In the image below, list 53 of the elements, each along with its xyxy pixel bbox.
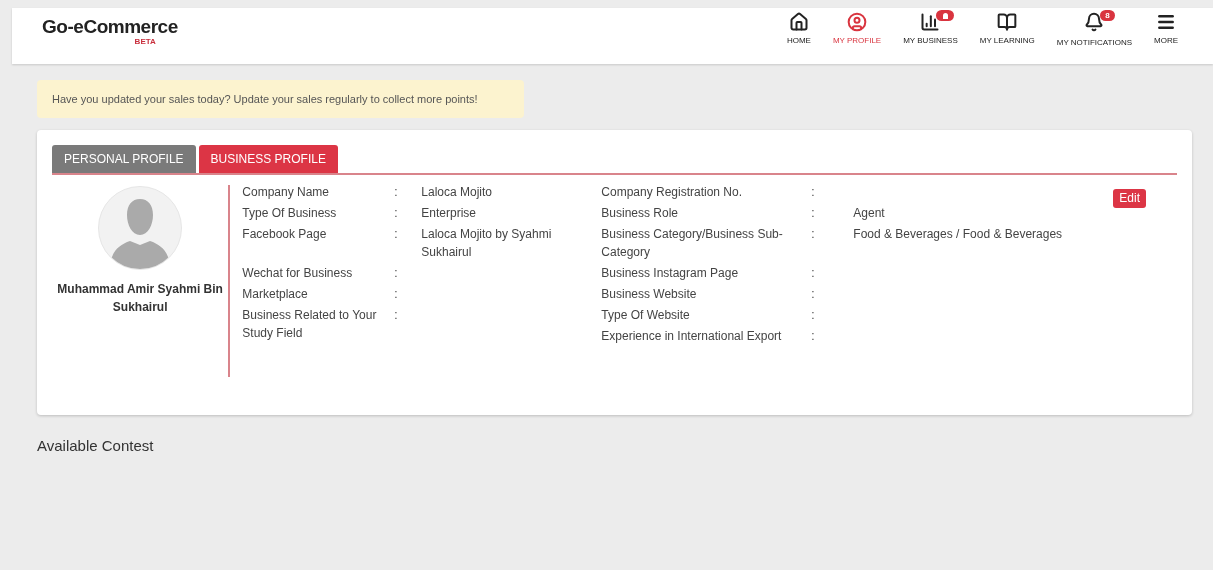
colon-separator: : (811, 184, 816, 201)
colon-separator: : (811, 286, 816, 303)
field-label: Business Role (601, 205, 680, 222)
nav-item[interactable]: MY BUSINESS (901, 12, 960, 46)
field-label: Facebook Page (242, 226, 328, 243)
colon-separator: : (394, 184, 399, 201)
bar-chart-icon (920, 12, 941, 32)
user-name: Muhammad Amir Syahmi Bin Sukhairul (56, 281, 224, 316)
notification-badge: 8 (1100, 10, 1115, 21)
person-silhouette-icon (110, 197, 171, 269)
nav-item[interactable]: MORE (1152, 12, 1180, 46)
field-value: Laloca Mojito (421, 184, 494, 201)
book-icon (997, 12, 1018, 32)
field-label: Business Instagram Page (601, 265, 740, 282)
colon-separator: : (811, 265, 816, 282)
colon-separator: : (394, 307, 399, 324)
field-label: Type Of Website (601, 307, 691, 324)
field-label: Marketplace (242, 286, 309, 303)
field-value: Enterprise (421, 205, 477, 222)
logo[interactable]: Go-eCommerce (42, 17, 178, 37)
nav-item[interactable]: MY NOTIFICATIONS 8 (1054, 12, 1134, 48)
menu-icon (1156, 12, 1176, 32)
colon-separator: : (394, 226, 399, 243)
field-label: Company Registration No. (601, 184, 744, 201)
nav-item[interactable]: MY PROFILE (830, 12, 884, 46)
field-value: Food & Beverages / Food & Beverages (853, 226, 1064, 243)
colon-separator: : (394, 286, 399, 303)
edit-button[interactable]: Edit (1113, 188, 1146, 208)
colon-separator: : (394, 205, 399, 222)
field-label: Wechat for Business (242, 265, 354, 282)
profile-tab[interactable]: PERSONAL PROFILE (52, 145, 196, 173)
nav-item[interactable]: HOME (784, 12, 813, 46)
colon-separator: : (811, 205, 816, 222)
section-title: Available Contest (37, 436, 155, 456)
field-label: Business Website (601, 286, 698, 303)
field-label: Business Related to Your Study Field (242, 307, 378, 342)
field-label: Experience in International Export (601, 328, 783, 345)
nav-item[interactable]: MY LEARNING (977, 12, 1037, 46)
colon-separator: : (394, 265, 399, 282)
colon-separator: : (811, 226, 816, 243)
field-label: Business Category/Business Sub-Category (601, 226, 784, 261)
field-label: Type Of Business (242, 205, 338, 222)
beta-label: BETA (134, 37, 156, 46)
field-value: Laloca Mojito by Syahmi Sukhairul (421, 226, 553, 261)
field-label: Company Name (242, 184, 330, 201)
user-icon (847, 12, 868, 32)
field-value: Agent (853, 205, 886, 222)
home-icon (788, 12, 809, 32)
notice-banner: Have you updated your sales today? Update your sales regularly to collect more points! (37, 80, 524, 118)
colon-separator: : (811, 328, 816, 345)
bell-icon (1084, 12, 1105, 32)
profile-tab[interactable]: BUSINESS PROFILE (198, 145, 338, 173)
colon-separator: : (811, 307, 816, 324)
